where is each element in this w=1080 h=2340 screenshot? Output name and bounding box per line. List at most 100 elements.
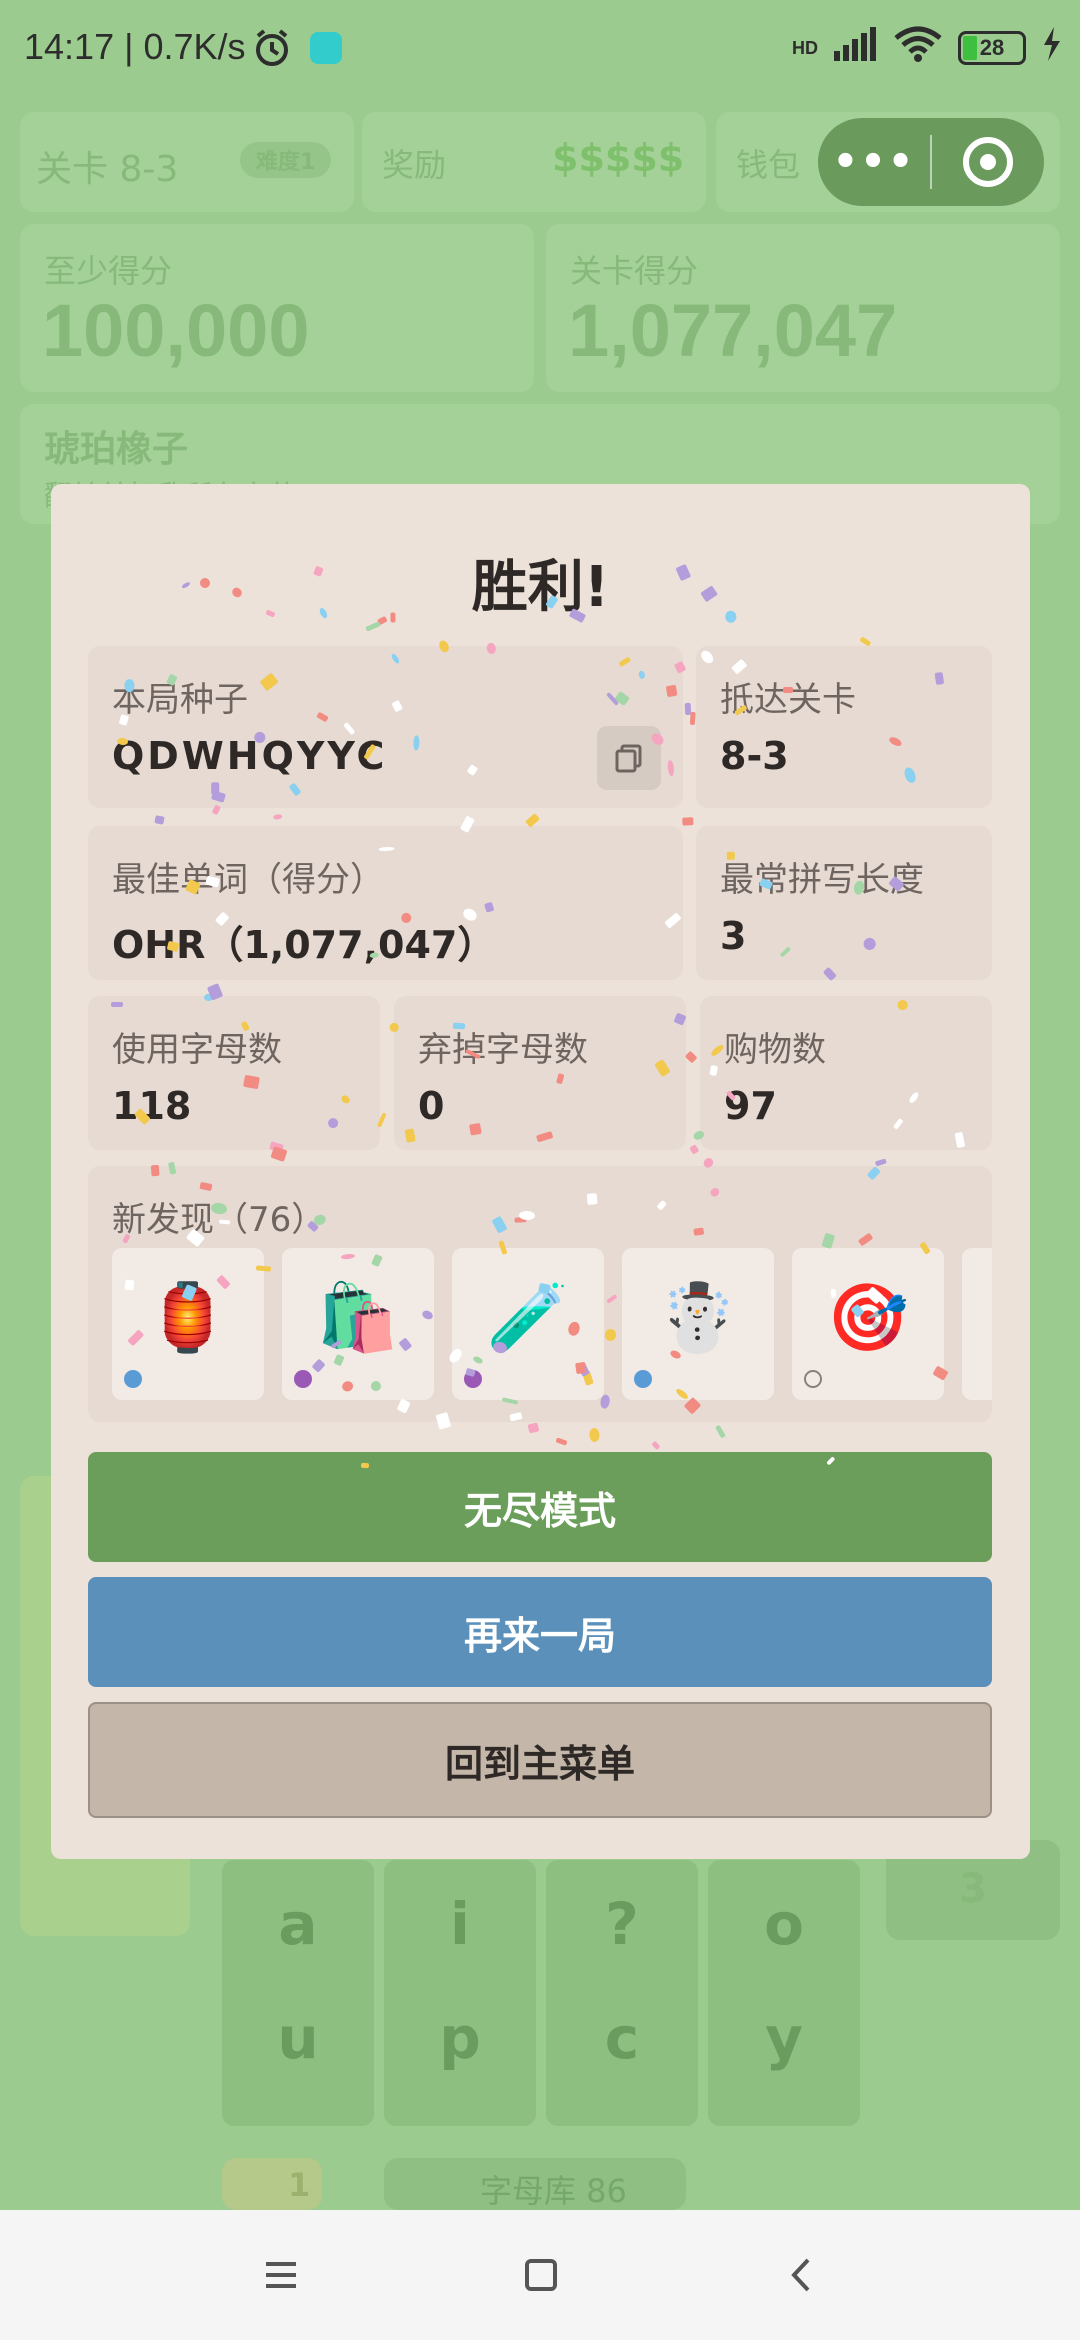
confetti-piece bbox=[154, 814, 166, 825]
home-nav-button[interactable] bbox=[516, 2250, 566, 2300]
confetti-piece bbox=[469, 1123, 482, 1136]
confetti-piece bbox=[555, 1437, 567, 1446]
purchases-box: 购物数 97 bbox=[700, 996, 992, 1150]
close-target-icon bbox=[963, 137, 1013, 187]
confetti-piece bbox=[361, 1462, 370, 1469]
wifi-icon bbox=[894, 26, 942, 70]
charging-icon bbox=[1042, 27, 1062, 69]
bg-tile-letter: ? bbox=[605, 1890, 639, 1958]
play-again-button[interactable]: 再来一局 bbox=[88, 1577, 992, 1687]
rarity-dot bbox=[294, 1370, 312, 1388]
seed-box: 本局种子 QDWHQYYC bbox=[88, 646, 683, 808]
home-icon bbox=[525, 2259, 557, 2291]
bg-tile-letter: p bbox=[439, 2004, 481, 2072]
confetti-piece bbox=[681, 816, 694, 826]
endless-mode-button[interactable]: 无尽模式 bbox=[88, 1452, 992, 1562]
bg-reward-value: $$$$$ bbox=[552, 136, 685, 180]
discovery-item[interactable]: 🎯 bbox=[792, 1248, 944, 1400]
rarity-dot bbox=[634, 1370, 652, 1388]
hd-label: HD bbox=[792, 37, 818, 58]
bg-counter-value: 3 bbox=[959, 1866, 987, 1912]
discovery-item[interactable]: 🧪 bbox=[452, 1248, 604, 1400]
bg-tile-letter: u bbox=[277, 2004, 319, 2072]
bg-tile-letter: i bbox=[450, 1890, 470, 1958]
battery-level: 28 bbox=[979, 35, 1005, 60]
bg-letter-tile: p bbox=[384, 1974, 536, 2126]
confetti-piece bbox=[218, 1219, 231, 1225]
back-icon bbox=[791, 2258, 810, 2292]
discovery-item[interactable]: ☃️ bbox=[622, 1248, 774, 1400]
purchases-label: 购物数 bbox=[724, 1030, 826, 1070]
bg-reward-card: 奖励 $$$$$ bbox=[362, 112, 706, 212]
seed-value: QDWHQYYC bbox=[112, 734, 388, 778]
confetti-piece bbox=[651, 1441, 661, 1451]
status-bar: 14:17 | 0.7K/s HD 28 bbox=[0, 0, 1080, 100]
bg-hint-count: 1 bbox=[288, 2166, 311, 2204]
discovery-item[interactable]: 🛍️ bbox=[282, 1248, 434, 1400]
alarm-icon bbox=[252, 28, 292, 72]
navigation-bar bbox=[0, 2210, 1080, 2340]
bg-reward-label: 奖励 bbox=[382, 146, 447, 184]
common-length-box: 最常拼写长度 3 bbox=[696, 826, 992, 980]
confetti-piece bbox=[684, 1050, 698, 1064]
common-length-value: 3 bbox=[720, 914, 747, 958]
menu-nav-button[interactable] bbox=[256, 2250, 306, 2300]
bg-tile-letter: o bbox=[764, 1890, 804, 1958]
confetti-piece bbox=[518, 1210, 535, 1220]
confetti-piece bbox=[150, 1164, 160, 1177]
confetti-piece bbox=[273, 813, 284, 821]
copy-icon bbox=[615, 744, 642, 773]
confetti-piece bbox=[688, 1144, 700, 1156]
bg-level-score-value: 1,077,047 bbox=[568, 289, 898, 372]
confetti-piece bbox=[693, 1226, 705, 1236]
letters-used-label: 使用字母数 bbox=[112, 1030, 282, 1070]
menu-icon bbox=[266, 2262, 296, 2288]
confetti-piece bbox=[859, 635, 872, 646]
bg-tile-letter: y bbox=[765, 2004, 803, 2072]
letters-discarded-label: 弃掉字母数 bbox=[418, 1030, 588, 1070]
main-menu-button[interactable]: 回到主菜单 bbox=[88, 1702, 992, 1818]
confetti-piece bbox=[452, 1022, 465, 1030]
confetti-piece bbox=[111, 1002, 124, 1008]
bg-level-label: 关卡 8-3 bbox=[36, 149, 179, 190]
dialog-title: 胜利! bbox=[471, 555, 610, 620]
bg-letter-tile: u bbox=[222, 1974, 374, 2126]
confetti-piece bbox=[665, 685, 678, 698]
more-icon[interactable]: ••• bbox=[818, 118, 930, 206]
letters-used-value: 118 bbox=[112, 1084, 192, 1128]
bg-letter-bank: 字母库 86 bbox=[384, 2158, 686, 2210]
confetti-piece bbox=[538, 1282, 552, 1294]
confetti-piece bbox=[527, 1422, 540, 1434]
miniprogram-capsule: ••• bbox=[818, 118, 1044, 206]
letters-discarded-value: 0 bbox=[418, 1084, 445, 1128]
bg-tile-letter: c bbox=[604, 2004, 640, 2072]
bg-letter-tile: c bbox=[546, 1974, 698, 2126]
confetti-piece bbox=[782, 686, 793, 694]
confetti-piece bbox=[727, 851, 736, 860]
reached-label: 抵达关卡 bbox=[720, 680, 856, 720]
letters-discarded-box: 弃掉字母数 0 bbox=[394, 996, 686, 1150]
best-word-label: 最佳单词（得分） bbox=[112, 860, 384, 900]
bg-level-score-card: 关卡得分 1,077,047 bbox=[546, 224, 1060, 392]
status-time: 14:17 | 0.7K/s bbox=[24, 26, 246, 67]
confetti-piece bbox=[124, 1279, 135, 1291]
test-tube-icon: 🧪 bbox=[486, 1279, 570, 1356]
back-nav-button[interactable] bbox=[778, 2250, 828, 2300]
discovery-item[interactable] bbox=[962, 1248, 992, 1400]
confetti-piece bbox=[724, 609, 737, 623]
confetti-piece bbox=[390, 612, 396, 623]
reached-value: 8-3 bbox=[720, 734, 789, 778]
close-miniprogram-button[interactable] bbox=[932, 137, 1044, 187]
confetti-piece bbox=[714, 1425, 726, 1439]
rarity-dot bbox=[124, 1370, 142, 1388]
battery-indicator: 28 bbox=[958, 31, 1026, 65]
bg-min-score-value: 100,000 bbox=[42, 289, 310, 372]
bg-letter-bank-label: 字母库 86 bbox=[480, 2172, 627, 2210]
signal-icon bbox=[834, 27, 878, 69]
bg-difficulty-badge: 难度1 bbox=[240, 142, 332, 178]
rarity-dot bbox=[804, 1370, 822, 1388]
victory-dialog: 胜利! 本局种子 QDWHQYYC 抵达关卡 8-3 最佳单词（得分） OHR（… bbox=[51, 484, 1030, 1859]
discovery-item[interactable]: 🏮 bbox=[112, 1248, 264, 1400]
snowman-icon: ☃️ bbox=[656, 1279, 740, 1356]
purchases-value: 97 bbox=[724, 1084, 777, 1128]
